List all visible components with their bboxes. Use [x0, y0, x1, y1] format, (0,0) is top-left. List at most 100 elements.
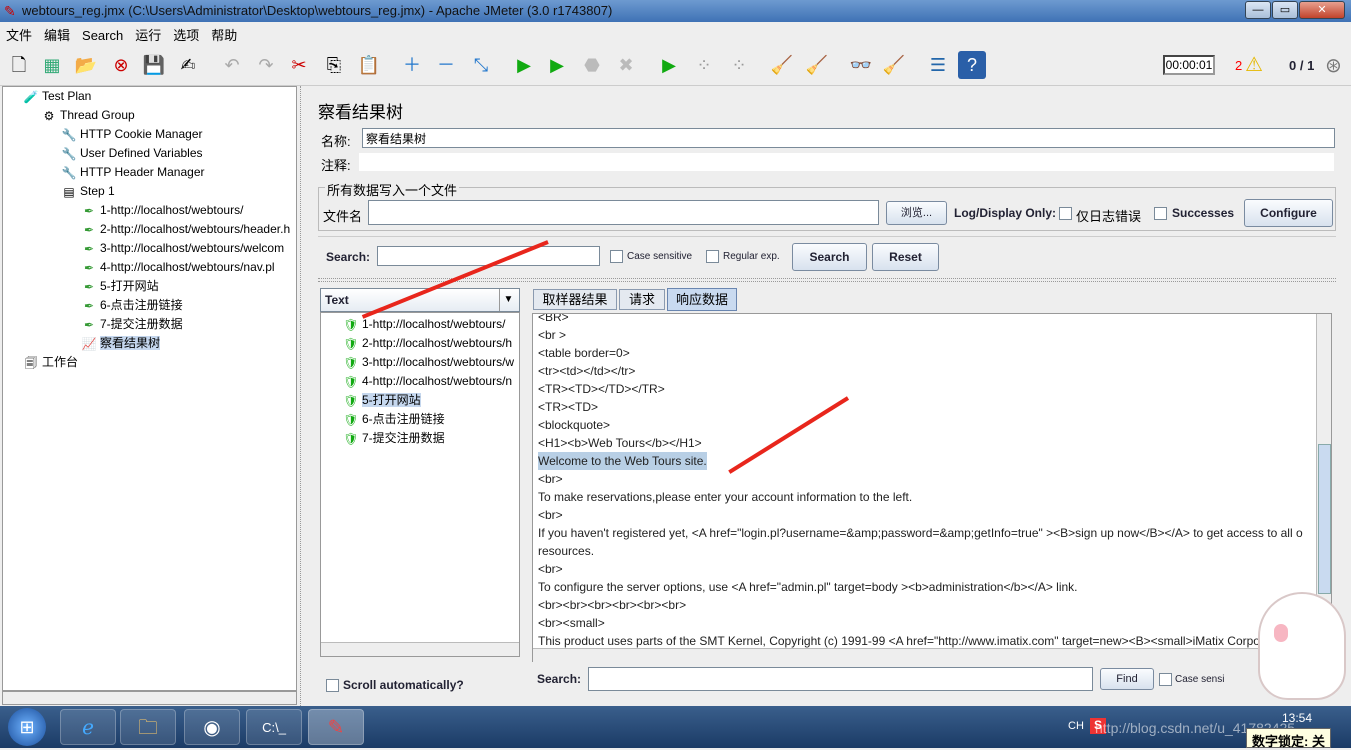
- elapsed-timer: 00:00:01: [1163, 55, 1215, 75]
- taskbar-ie-icon[interactable]: ℯ: [60, 709, 116, 745]
- save-screenshot-icon[interactable]: ✍: [174, 51, 202, 79]
- chevron-down-icon[interactable]: ▼: [499, 289, 517, 311]
- split-pane-divider[interactable]: [318, 278, 1336, 282]
- case-sensitive-checkbox[interactable]: [610, 250, 623, 263]
- tree-node-user-variables[interactable]: 🔧 User Defined Variables: [61, 144, 203, 163]
- tree-node-results-tree[interactable]: 📈 察看结果树: [81, 334, 161, 353]
- tree-node-thread-group[interactable]: ⚙ Thread Group: [41, 106, 135, 125]
- tree-node-test-plan[interactable]: 🧪 Test Plan: [23, 87, 92, 106]
- start-icon[interactable]: ▶: [510, 51, 538, 79]
- paste-icon[interactable]: 📋: [355, 51, 383, 79]
- response-line: <br >: [538, 328, 567, 342]
- reset-search-icon[interactable]: 🧹: [880, 51, 908, 79]
- tree-node-workbench[interactable]: 🗐 工作台: [23, 353, 78, 372]
- tree-node-step1[interactable]: ▤ Step 1: [61, 182, 114, 201]
- title-bar: ✎ webtours_reg.jmx (C:\Users\Administrat…: [0, 0, 1351, 22]
- tab-sampler-result[interactable]: 取样器结果: [533, 289, 617, 310]
- jmeter-feather-icon: ✎: [4, 3, 16, 19]
- regex-checkbox[interactable]: [706, 250, 719, 263]
- new-icon[interactable]: 🗋: [5, 51, 33, 79]
- help-icon[interactable]: ?: [958, 51, 986, 79]
- shutdown-icon[interactable]: ✖: [612, 51, 640, 79]
- start-no-pause-icon[interactable]: ▶: [543, 51, 571, 79]
- open-icon[interactable]: 📂: [72, 51, 100, 79]
- list-item-selected[interactable]: 🛡 5-打开网站: [343, 391, 421, 410]
- remote-shutdown-icon[interactable]: ⁘: [725, 51, 753, 79]
- scroll-auto-checkbox[interactable]: [326, 679, 339, 692]
- toggle-icon[interactable]: ⤡: [467, 51, 495, 79]
- taskbar-jmeter-icon[interactable]: ✎: [308, 709, 364, 745]
- find-case-checkbox[interactable]: [1159, 673, 1172, 686]
- minimize-button[interactable]: —: [1245, 1, 1271, 19]
- tab-response-data[interactable]: 响应数据: [667, 288, 737, 311]
- remote-start-icon[interactable]: ▶: [655, 51, 683, 79]
- name-field[interactable]: [362, 128, 1335, 148]
- tree-node-sampler[interactable]: ✒ 1-http://localhost/webtours/: [81, 201, 243, 220]
- templates-icon[interactable]: ▦: [38, 51, 66, 79]
- list-item[interactable]: 🛡 1-http://localhost/webtours/: [343, 315, 505, 334]
- tree-node-sampler[interactable]: ✒ 7-提交注册数据: [81, 315, 183, 334]
- find-button[interactable]: Find: [1100, 668, 1154, 690]
- tree-node-sampler[interactable]: ✒ 4-http://localhost/webtours/nav.pl: [81, 258, 275, 277]
- wrench-icon: 🔧: [61, 165, 77, 180]
- success-shield-icon: 🛡: [343, 336, 359, 351]
- copy-icon[interactable]: ⎘: [320, 51, 348, 79]
- tree-node-cookie-manager[interactable]: 🔧 HTTP Cookie Manager: [61, 125, 203, 144]
- list-item[interactable]: 🛡 3-http://localhost/webtours/w: [343, 353, 514, 372]
- response-line: <br><small>: [538, 616, 605, 630]
- save-icon[interactable]: 💾: [140, 51, 168, 79]
- response-text-area[interactable]: <BR> <br > <table border=0> <tr><td></td></…: [532, 313, 1332, 662]
- response-line: <tr><td></td></tr>: [538, 364, 636, 378]
- search-binoculars-icon[interactable]: 👓: [847, 51, 875, 79]
- taskbar-chrome-icon[interactable]: ◉: [184, 709, 240, 745]
- undo-icon[interactable]: ↶: [218, 51, 246, 79]
- browse-button[interactable]: 浏览...: [886, 201, 947, 225]
- tree-node-header-manager[interactable]: 🔧 HTTP Header Manager: [61, 163, 205, 182]
- configure-button[interactable]: Configure: [1244, 199, 1333, 227]
- filename-field[interactable]: [368, 200, 879, 225]
- remote-stop-icon[interactable]: ⁘: [690, 51, 718, 79]
- menu-search[interactable]: Search: [76, 25, 129, 46]
- list-item[interactable]: 🛡 4-http://localhost/webtours/n: [343, 372, 512, 391]
- clear-all-icon[interactable]: 🧹: [803, 51, 831, 79]
- success-shield-icon: 🛡: [343, 393, 359, 408]
- stop-icon[interactable]: ⬣: [578, 51, 606, 79]
- tab-request[interactable]: 请求: [619, 289, 665, 310]
- redo-icon[interactable]: ↷: [252, 51, 280, 79]
- sampler-icon: ✒: [83, 222, 95, 237]
- input-language[interactable]: CH: [1068, 720, 1084, 732]
- function-helper-icon[interactable]: ☰: [924, 51, 952, 79]
- search-button[interactable]: Search: [792, 243, 867, 271]
- clear-icon[interactable]: 🧹: [768, 51, 796, 79]
- find-input[interactable]: [588, 667, 1093, 691]
- tree-node-sampler[interactable]: ✒ 2-http://localhost/webtours/header.h: [81, 220, 290, 239]
- close-button[interactable]: ✕: [1299, 1, 1345, 19]
- list-item[interactable]: 🛡 6-点击注册链接: [343, 410, 444, 429]
- tree-node-sampler[interactable]: ✒ 3-http://localhost/webtours/welcom: [81, 239, 284, 258]
- successes-checkbox[interactable]: [1154, 207, 1167, 220]
- tree-horizontal-scrollbar[interactable]: [2, 691, 297, 705]
- response-horizontal-scrollbar[interactable]: [533, 648, 1331, 662]
- tree-node-sampler[interactable]: ✒ 6-点击注册链接: [81, 296, 183, 315]
- tree-node-sampler[interactable]: ✒ 5-打开网站: [81, 277, 159, 296]
- close-file-icon[interactable]: ⊗: [107, 51, 135, 79]
- errors-only-checkbox[interactable]: [1059, 207, 1072, 220]
- comment-field[interactable]: [358, 152, 1335, 172]
- gear-icon: ⚙: [43, 108, 55, 123]
- cut-icon[interactable]: ✂: [285, 51, 313, 79]
- expand-icon[interactable]: ＋: [398, 51, 426, 79]
- reset-button[interactable]: Reset: [872, 243, 939, 271]
- warning-icon[interactable]: ⚠: [1245, 52, 1263, 77]
- test-plan-tree: 🧪 Test Plan ⚙ Thread Group 🔧 HTTP Cookie Ma…: [2, 86, 297, 691]
- start-button[interactable]: ⊞: [8, 708, 46, 746]
- clock[interactable]: 13:54: [1282, 711, 1312, 725]
- taskbar-cmd-icon[interactable]: C:\_: [246, 709, 302, 745]
- main-split-divider[interactable]: [300, 86, 304, 706]
- list-item[interactable]: 🛡 7-提交注册数据: [343, 429, 444, 448]
- taskbar-explorer-icon[interactable]: 🗀: [120, 709, 176, 745]
- collapse-icon[interactable]: －: [432, 51, 460, 79]
- maximize-button[interactable]: ▭: [1272, 1, 1298, 19]
- scrollbar-thumb[interactable]: [1318, 444, 1331, 594]
- list-item[interactable]: 🛡 2-http://localhost/webtours/h: [343, 334, 512, 353]
- results-horizontal-scrollbar[interactable]: [321, 642, 519, 656]
